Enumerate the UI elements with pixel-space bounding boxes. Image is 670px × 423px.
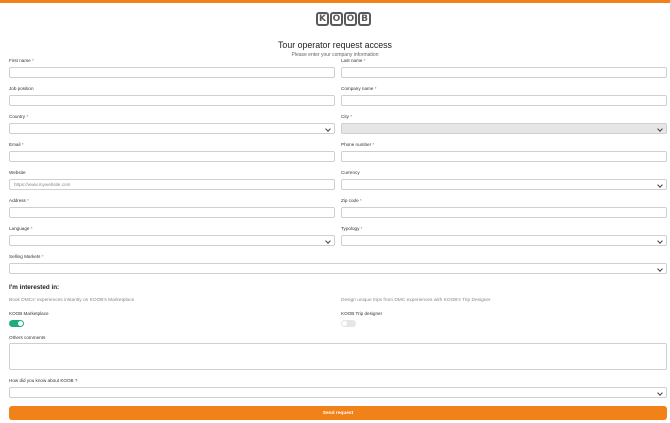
logo-letter-o: O xyxy=(330,12,343,26)
referral-select[interactable] xyxy=(9,387,667,398)
city-select[interactable] xyxy=(341,123,667,134)
phone-number-input[interactable] xyxy=(341,151,667,162)
website-label: Website xyxy=(9,170,26,175)
logo-letter-b: B xyxy=(358,12,371,26)
chevron-down-icon xyxy=(657,238,663,244)
job-position-label: Job position xyxy=(9,86,34,91)
first-name-input[interactable] xyxy=(9,67,335,78)
marketplace-description: Book DMCs' experiences instantly on KOOB… xyxy=(9,298,135,303)
address-input[interactable] xyxy=(9,207,335,218)
send-request-button[interactable]: Send request xyxy=(9,406,667,420)
city-label: City * xyxy=(341,114,352,119)
toggle-knob xyxy=(18,321,23,326)
zip-code-label: Zip code * xyxy=(341,198,362,203)
typology-select[interactable] xyxy=(341,235,667,246)
website-input[interactable]: https://www.mywebsite.com xyxy=(9,179,335,190)
chevron-down-icon xyxy=(657,126,663,132)
top-accent-bar xyxy=(0,0,670,3)
currency-select[interactable] xyxy=(341,179,667,190)
last-name-label: Last name * xyxy=(341,58,366,63)
chevron-down-icon xyxy=(657,182,663,188)
company-name-label: Company name * xyxy=(341,86,377,91)
chevron-down-icon xyxy=(657,390,663,396)
selling-markets-label: Selling Markets * xyxy=(9,254,44,259)
page-subtitle: Please enter your company information xyxy=(291,52,379,58)
zip-code-input[interactable] xyxy=(341,207,667,218)
country-select[interactable] xyxy=(9,123,335,134)
company-name-input[interactable] xyxy=(341,95,667,106)
logo-letter-k: K xyxy=(316,12,329,26)
currency-label: Currency xyxy=(341,170,360,175)
comments-textarea[interactable] xyxy=(9,343,667,370)
job-position-input[interactable] xyxy=(9,95,335,106)
email-label: Email * xyxy=(9,142,24,147)
referral-label: How did you know about KOOB ? xyxy=(9,378,78,383)
language-select[interactable] xyxy=(9,235,335,246)
interests-title: I'm interested in: xyxy=(9,284,60,291)
trip-designer-label: KOOB Trip designer xyxy=(341,311,383,316)
marketplace-label: KOOB Marketplace xyxy=(9,311,49,316)
comments-label: Others comments xyxy=(9,335,46,340)
chevron-down-icon xyxy=(657,266,663,272)
trip-designer-toggle[interactable] xyxy=(341,320,356,327)
trip-designer-description: Design unique trips from DMC experiences… xyxy=(341,298,491,303)
koob-logo: K O O B xyxy=(316,12,372,26)
website-placeholder: https://www.mywebsite.com xyxy=(14,182,71,187)
first-name-label: First name * xyxy=(9,58,34,63)
logo-letter-o: O xyxy=(344,12,357,26)
last-name-input[interactable] xyxy=(341,67,667,78)
language-label: Language * xyxy=(9,226,33,231)
chevron-down-icon xyxy=(325,238,331,244)
typology-label: Typology * xyxy=(341,226,363,231)
email-input[interactable] xyxy=(9,151,335,162)
page-title: Tour operator request access xyxy=(278,40,392,50)
chevron-down-icon xyxy=(325,126,331,132)
address-label: Address * xyxy=(9,198,29,203)
phone-number-label: Phone number * xyxy=(341,142,375,147)
country-label: Country * xyxy=(9,114,29,119)
selling-markets-select[interactable] xyxy=(9,263,667,274)
marketplace-toggle[interactable] xyxy=(9,320,24,327)
toggle-knob xyxy=(342,321,347,326)
